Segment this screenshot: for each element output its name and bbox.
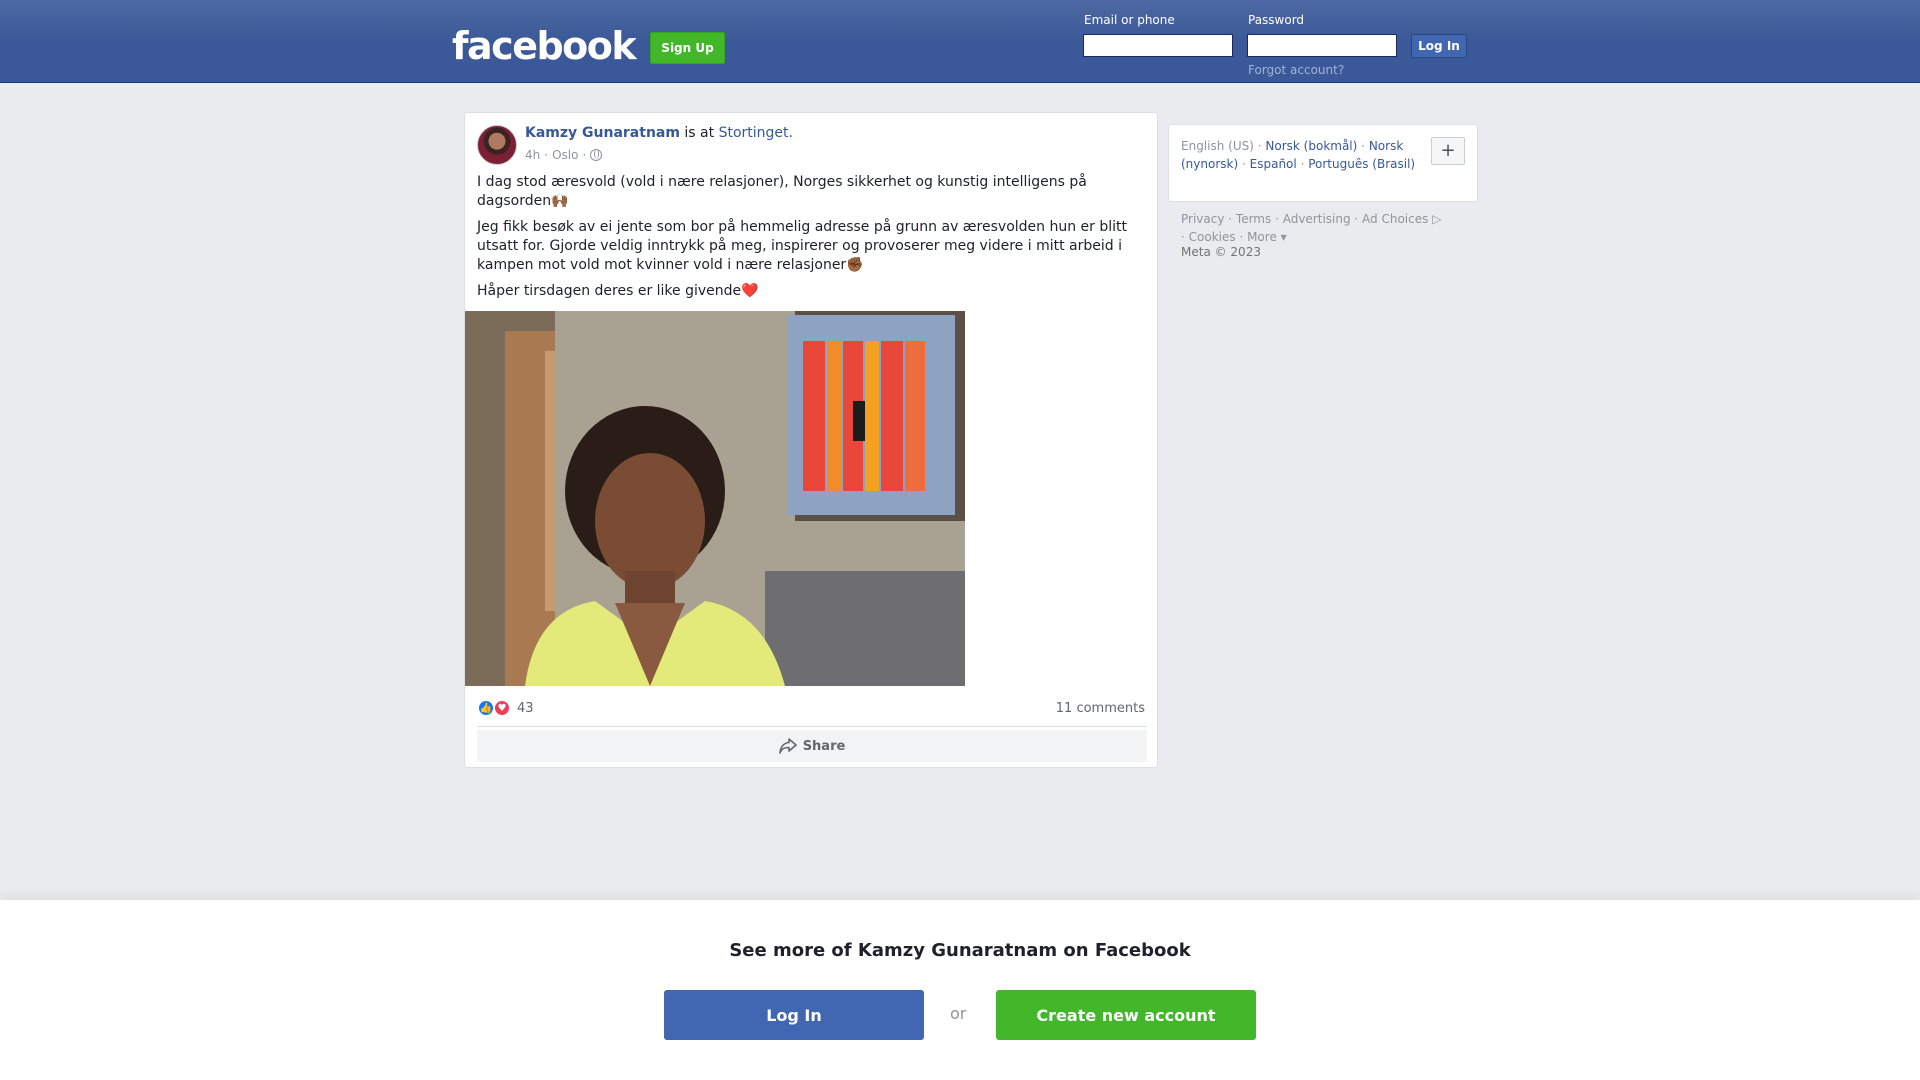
post-time[interactable]: 4h — [525, 148, 540, 162]
language-selector: English (US) · Norsk (bokmål) · Norsk (n… — [1168, 124, 1478, 202]
email-field[interactable] — [1083, 34, 1233, 57]
banner-log-in-button[interactable]: Log In — [664, 990, 924, 1040]
reaction-count: 43 — [517, 700, 534, 716]
footer-link-more[interactable]: More — [1247, 230, 1277, 244]
forgot-account-link[interactable]: Forgot account? — [1248, 63, 1344, 77]
more-languages-button[interactable]: + — [1431, 137, 1465, 165]
post-paragraph: Jeg fikk besøk av ei jente som bor på he… — [477, 219, 1128, 273]
post-text: I dag stod æresvold (vold i nære relasjo… — [477, 173, 1147, 308]
photo-image — [465, 311, 965, 686]
avatar[interactable] — [477, 125, 517, 165]
post-meta: 4h · Oslo · — [525, 148, 603, 162]
post-header: Kamzy Gunaratnam is at Stortinget. — [525, 125, 793, 141]
separator: · — [1241, 157, 1246, 171]
sign-up-button[interactable]: Sign Up — [650, 32, 725, 64]
share-icon — [778, 738, 797, 754]
share-label: Share — [802, 738, 846, 754]
love-reaction-icon: ♥ — [493, 699, 511, 717]
footer-link-cookies[interactable]: Cookies — [1189, 230, 1236, 244]
copyright: Meta © 2023 — [1181, 245, 1261, 259]
login-prompt-banner: See more of Kamzy Gunaratnam on Facebook… — [0, 900, 1920, 1080]
post-photo[interactable] — [465, 311, 965, 686]
separator: · — [544, 148, 549, 162]
footer-link-advertising[interactable]: Advertising — [1283, 212, 1351, 226]
comments-link[interactable]: 11 comments — [1056, 701, 1145, 716]
current-language: English (US) — [1181, 139, 1254, 153]
footer-links: Privacy · Terms · Advertising · Ad Choic… — [1181, 212, 1442, 244]
author-name-link[interactable]: Kamzy Gunaratnam — [525, 125, 680, 141]
footer-link-terms[interactable]: Terms — [1236, 212, 1271, 226]
ad-choices-icon: ▷ — [1428, 212, 1442, 226]
post-card: Kamzy Gunaratnam is at Stortinget. 4h · … — [464, 112, 1158, 768]
separator: · — [1300, 157, 1305, 171]
create-account-button[interactable]: Create new account — [996, 990, 1256, 1040]
language-link-norsk-bokmal[interactable]: Norsk (bokmål) — [1265, 139, 1357, 153]
password-label: Password — [1248, 13, 1305, 27]
banner-title: See more of Kamzy Gunaratnam on Facebook — [729, 940, 1191, 961]
post-paragraph: I dag stod æresvold (vold i nære relasjo… — [477, 174, 1087, 209]
log-in-button[interactable]: Log In — [1411, 34, 1467, 58]
footer-link-privacy[interactable]: Privacy — [1181, 212, 1224, 226]
top-bar: facebook Sign Up Email or phone Password… — [0, 0, 1920, 83]
language-link-portugues[interactable]: Português (Brasil) — [1308, 157, 1415, 171]
divider — [477, 726, 1147, 727]
separator: · — [1361, 139, 1365, 153]
language-list: English (US) · Norsk (bokmål) · Norsk (n… — [1181, 137, 1421, 173]
separator: · — [582, 148, 587, 162]
caret-down-icon: ▾ — [1276, 230, 1287, 244]
post-paragraph: Håper tirsdagen deres er like givende❤️ — [477, 283, 759, 299]
footer-link-ad-choices[interactable]: Ad Choices — [1362, 212, 1428, 226]
password-field[interactable] — [1247, 34, 1397, 57]
language-link-espanol[interactable]: Español — [1250, 157, 1297, 171]
is-at-text: is at — [684, 125, 715, 141]
or-label: or — [950, 1004, 967, 1023]
place-link[interactable]: Stortinget. — [719, 125, 793, 141]
facebook-logo[interactable]: facebook — [452, 24, 637, 68]
reactions-summary[interactable]: 👍 ♥ 43 — [477, 699, 534, 717]
share-button[interactable]: Share — [477, 730, 1147, 762]
post-location[interactable]: Oslo — [552, 148, 578, 162]
email-label: Email or phone — [1084, 13, 1175, 27]
globe-icon — [590, 149, 603, 161]
separator: · — [1257, 139, 1262, 153]
